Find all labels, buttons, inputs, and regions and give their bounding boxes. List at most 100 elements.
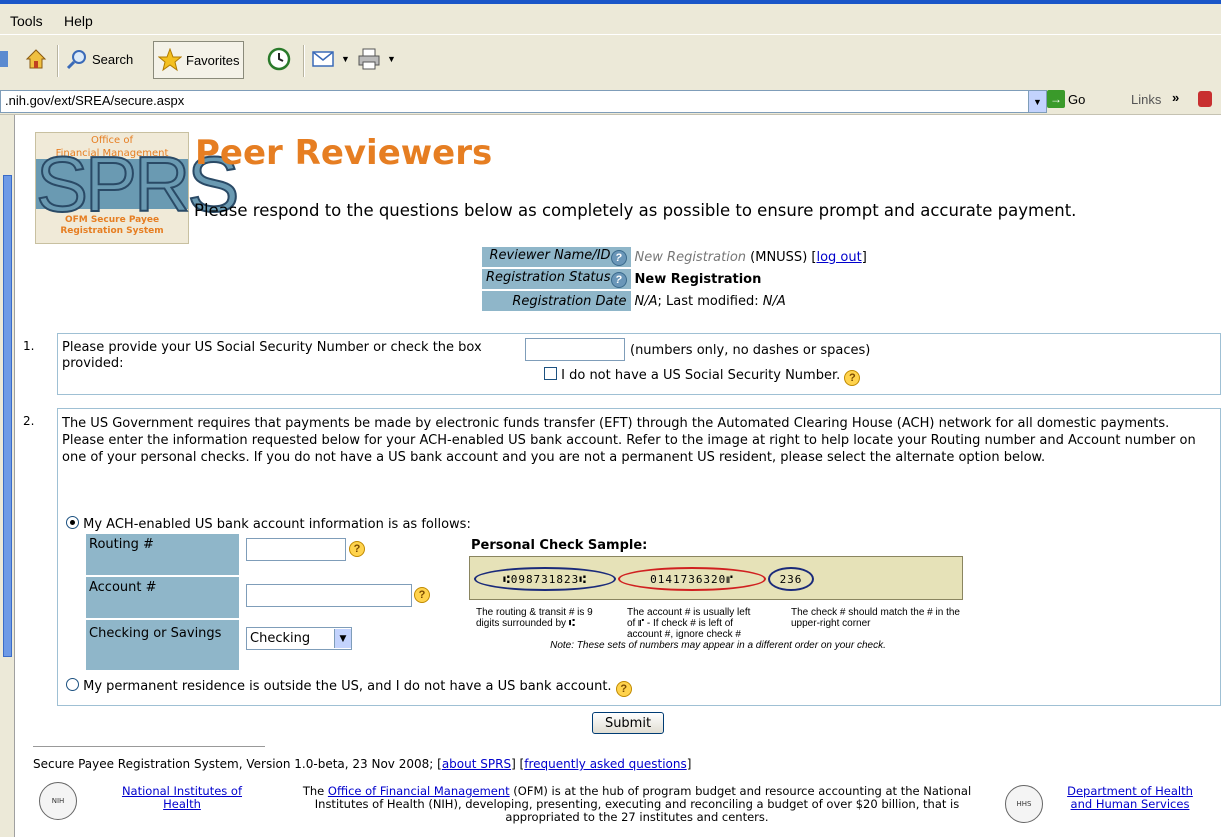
- question-2-number: 2.: [23, 414, 35, 428]
- help-icon[interactable]: ?: [615, 681, 632, 697]
- reviewer-label: Reviewer Name/ID?: [482, 247, 631, 267]
- help-icon[interactable]: ?: [844, 370, 861, 386]
- routing-label: Routing #: [86, 534, 239, 575]
- foreign-radio[interactable]: [66, 678, 79, 691]
- chevron-down-icon: ▼: [387, 54, 396, 64]
- page-content: Office of Financial Management SPRS OFM …: [15, 115, 1221, 837]
- mail-button[interactable]: ▼: [311, 41, 350, 77]
- browser-toolbar: Search Favorites ▼ ▼: [0, 34, 1221, 89]
- bank-option: My ACH-enabled US bank account informati…: [66, 516, 471, 532]
- logout-link[interactable]: log out: [816, 250, 861, 265]
- status-label: Registration Status?: [482, 269, 631, 289]
- date-value: N/A; Last modified: N/A: [634, 293, 786, 309]
- help-icon[interactable]: ?: [610, 272, 627, 288]
- help-icon[interactable]: ?: [610, 250, 627, 266]
- check-number: 236: [768, 567, 814, 591]
- address-url: .nih.gov/ext/SREA/secure.aspx: [5, 93, 185, 108]
- chevron-down-icon: ▼: [341, 54, 350, 64]
- address-input[interactable]: .nih.gov/ext/SREA/secure.aspx ▼: [0, 90, 1047, 113]
- status-value: New Registration: [634, 271, 762, 287]
- check-sample-title: Personal Check Sample:: [471, 538, 648, 553]
- check-account-number: 0141736320⑈: [618, 567, 766, 591]
- hhs-link[interactable]: Department of Health and Human Services: [1067, 784, 1193, 811]
- help-icon[interactable]: ?: [349, 541, 365, 557]
- refresh-button[interactable]: [0, 41, 8, 77]
- star-icon: [158, 48, 182, 72]
- reviewer-value: New Registration (MNUSS) [log out]: [634, 249, 867, 265]
- sprs-logo: Office of Financial Management SPRS OFM …: [35, 132, 240, 244]
- hhs-link-block: Department of Health and Human Services: [1055, 785, 1205, 811]
- no-ssn-option: I do not have a US Social Security Numbe…: [544, 367, 861, 386]
- status-row-reviewer: Reviewer Name/ID? New Registration (MNUS…: [482, 247, 871, 267]
- favorites-label: Favorites: [186, 52, 240, 68]
- ofm-description: The Office of Financial Management (OFM)…: [302, 784, 972, 824]
- ssn-hint: (numbers only, no dashes or spaces): [630, 343, 871, 358]
- account-type-dropdown[interactable]: ▼: [334, 629, 351, 648]
- refresh-icon: [0, 51, 8, 67]
- submit-button[interactable]: Submit: [592, 712, 664, 734]
- links-label[interactable]: Links: [1131, 92, 1161, 107]
- status-row-date: Registration Date N/A; Last modified: N/…: [482, 291, 871, 311]
- history-button[interactable]: [266, 41, 292, 77]
- account-type-value: Checking: [250, 631, 311, 646]
- page-title: Peer Reviewers: [195, 133, 493, 173]
- nih-link-block: National Institutes of Health: [107, 785, 257, 811]
- faq-link[interactable]: frequently asked questions: [524, 757, 686, 771]
- account-type-select[interactable]: Checking ▼: [246, 627, 352, 650]
- account-input[interactable]: [246, 584, 412, 607]
- no-ssn-checkbox[interactable]: [544, 367, 557, 380]
- foreign-option-label: My permanent residence is outside the US…: [83, 679, 612, 694]
- bank-option-label: My ACH-enabled US bank account informati…: [83, 517, 471, 532]
- question-1-number: 1.: [23, 339, 35, 353]
- print-button[interactable]: ▼: [357, 41, 396, 77]
- ofm-link[interactable]: Office of Financial Management: [328, 784, 510, 798]
- address-bar: .nih.gov/ext/SREA/secure.aspx ▼ → Go Lin…: [0, 88, 1221, 115]
- home-button[interactable]: [24, 41, 48, 77]
- foreign-option: My permanent residence is outside the US…: [66, 678, 632, 697]
- nih-seal-icon: NIH: [39, 782, 77, 820]
- check-sample-image: ⑆098731823⑆ 0141736320⑈ 236: [469, 556, 963, 600]
- favorites-button[interactable]: Favorites: [153, 41, 245, 79]
- side-pane-scroll[interactable]: [3, 175, 12, 657]
- routing-input[interactable]: [246, 538, 346, 561]
- menu-bar: Tools Help: [0, 4, 1221, 34]
- help-icon[interactable]: ?: [414, 587, 430, 603]
- go-label: Go: [1068, 91, 1086, 107]
- registration-status-table: Reviewer Name/ID? New Registration (MNUS…: [482, 245, 871, 313]
- search-icon: [66, 50, 86, 70]
- address-dropdown-button[interactable]: ▼: [1028, 91, 1046, 112]
- home-icon: [25, 49, 47, 69]
- chevron-down-icon: ▼: [1033, 96, 1042, 107]
- go-button[interactable]: → Go: [1047, 90, 1085, 108]
- link-favicon-icon[interactable]: [1198, 91, 1212, 107]
- toolbar-separator: [57, 45, 59, 77]
- hhs-seal-icon: HHS: [1005, 785, 1043, 823]
- explorer-side-pane: [0, 115, 15, 837]
- menu-tools[interactable]: Tools: [10, 13, 43, 29]
- caption-note: Note: These sets of numbers may appear i…: [550, 640, 886, 651]
- menu-help[interactable]: Help: [64, 13, 93, 29]
- bank-account-radio[interactable]: [66, 516, 79, 529]
- chevron-down-icon: ▼: [339, 633, 347, 644]
- toolbar-separator: [303, 45, 305, 77]
- about-link[interactable]: about SPRS: [442, 757, 511, 771]
- logo-line-3: OFM Secure Payee Registration System: [60, 215, 164, 236]
- print-icon: [358, 48, 380, 70]
- search-button[interactable]: Search: [66, 41, 133, 77]
- history-icon: [267, 47, 291, 71]
- ssn-input[interactable]: [525, 338, 625, 361]
- search-label: Search: [92, 51, 134, 67]
- question-1-box: Please provide your US Social Security N…: [57, 333, 1221, 395]
- mail-icon: [312, 51, 334, 67]
- nih-link[interactable]: National Institutes of Health: [122, 784, 242, 811]
- account-label: Account #: [86, 577, 239, 618]
- date-label: Registration Date: [482, 291, 631, 311]
- check-routing-number: ⑆098731823⑆: [474, 567, 616, 591]
- caption-routing: The routing & transit # is 9 digits surr…: [476, 607, 593, 629]
- page-intro: Please respond to the questions below as…: [194, 201, 1077, 220]
- links-more-icon[interactable]: »: [1172, 90, 1179, 105]
- footer-divider: [33, 746, 265, 747]
- q2-description: The US Government requires that payments…: [62, 416, 1196, 465]
- logo-acronym: SPRS: [35, 140, 240, 228]
- go-arrow-icon: →: [1047, 90, 1065, 108]
